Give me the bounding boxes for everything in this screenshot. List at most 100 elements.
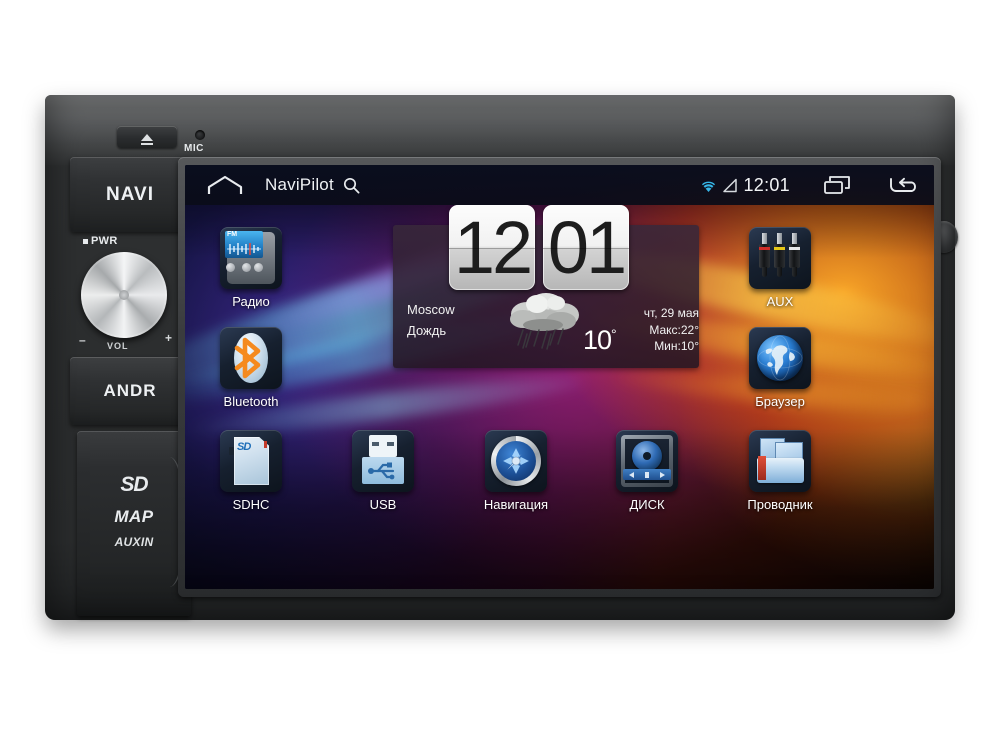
clock-time: 12:01 (743, 174, 790, 195)
signal-icon (723, 178, 738, 192)
usb-pin (372, 442, 379, 446)
app-navigation-label: Навигация (483, 497, 549, 512)
navi-button-label: NAVI (106, 183, 154, 205)
app-radio[interactable]: FM Радио (201, 227, 301, 309)
app-aux-label: AUX (766, 294, 794, 309)
weather-date: чт, 29 мая (643, 306, 699, 320)
search-icon[interactable] (343, 177, 360, 194)
file-folder-icon (749, 430, 811, 492)
rca-cable (762, 267, 767, 277)
app-usb[interactable]: USB (333, 430, 433, 512)
screen-bezel: NaviPilot 12:01 12 01 Moscow Дождь 10° ч… (178, 157, 941, 597)
bluetooth-icon (220, 327, 282, 389)
globe-icon (749, 327, 811, 389)
map-slot-label: MAP (114, 507, 154, 526)
rca-ring (789, 247, 800, 250)
clock-weather-widget[interactable]: 12 01 Moscow Дождь 10° чт, 29 мая Макс:2… (393, 205, 699, 368)
volume-minus-label: – (79, 333, 86, 347)
rca-ring (759, 247, 770, 250)
pause-icon (644, 471, 649, 478)
app-bluetooth-label: Bluetooth (223, 394, 279, 409)
home-icon[interactable] (207, 175, 243, 195)
lcd-screen[interactable]: NaviPilot 12:01 12 01 Moscow Дождь 10° ч… (185, 165, 934, 589)
eject-button[interactable] (117, 126, 177, 148)
temperature-value: 10 (583, 325, 612, 355)
weather-condition: Дождь (407, 323, 447, 338)
radio-icon: FM (220, 227, 282, 289)
app-browser-label: Браузер (755, 394, 805, 409)
sd-card-lock (264, 441, 267, 448)
previous-icon (628, 471, 634, 478)
clock-hours-tile: 12 (449, 205, 535, 290)
app-disc[interactable]: ДИСК (597, 430, 697, 512)
folder-marker (758, 456, 766, 480)
sd-card-text: SD (237, 441, 251, 453)
rca-cable (792, 267, 797, 277)
globe-continents-icon (757, 335, 803, 381)
app-explorer-label: Проводник (747, 497, 813, 512)
rain-cloud-icon (510, 293, 579, 350)
rca-plug-white (789, 233, 800, 277)
volume-label: VOL (107, 341, 129, 351)
app-radio-label: Радио (232, 294, 270, 309)
auxin-slot-label: AUXIN (114, 535, 154, 549)
usb-icon (352, 430, 414, 492)
rca-cable (777, 267, 782, 277)
rca-plugs-icon (749, 227, 811, 289)
app-aux[interactable]: AUX (730, 227, 830, 309)
weather-city: Moscow (407, 302, 455, 317)
microphone-hole (195, 130, 205, 140)
app-bluetooth[interactable]: Bluetooth (201, 327, 301, 409)
back-icon[interactable] (888, 176, 916, 194)
radio-display: FM (225, 231, 263, 258)
disc-player-icon (616, 430, 678, 492)
mic-label: MIC (184, 143, 204, 154)
weather-max: Макс:22° (649, 323, 699, 337)
usb-trident-icon (368, 462, 395, 480)
power-label: PWR (83, 235, 118, 247)
rca-plug-red (759, 233, 770, 277)
eject-icon (141, 133, 153, 145)
weather-temperature: 10° (583, 325, 617, 356)
radio-fm-label: FM (227, 231, 238, 238)
wifi-icon (701, 179, 717, 192)
usb-pin (387, 442, 394, 446)
android-hardware-button[interactable]: ANDR (70, 357, 190, 425)
radio-dial (254, 263, 263, 272)
radio-dial (226, 263, 235, 272)
app-browser[interactable]: Браузер (730, 327, 830, 409)
sd-card-icon: SD (220, 430, 282, 492)
radio-waveform-icon (227, 243, 261, 255)
rca-ring (774, 247, 785, 250)
volume-knob[interactable] (81, 252, 167, 338)
compass-icon (485, 430, 547, 492)
app-title: NaviPilot (265, 175, 334, 194)
usb-connector (369, 435, 397, 457)
radio-dial (242, 263, 251, 272)
recents-icon[interactable] (824, 176, 850, 194)
disc-transport-bar (623, 469, 671, 480)
next-icon (660, 471, 666, 478)
degree-symbol: ° (611, 326, 617, 342)
cd-disc (632, 441, 662, 471)
app-disc-label: ДИСК (629, 497, 665, 512)
status-bar: NaviPilot 12:01 (185, 165, 934, 205)
navi-hardware-button[interactable]: NAVI (70, 157, 190, 232)
screenshot-root: MIC NAVI PWR – VOL + ANDR SD MAP AUXIN N… (0, 0, 1000, 750)
compass-needle-icon (503, 448, 529, 474)
weather-min: Мин:10° (654, 339, 699, 353)
app-usb-label: USB (369, 497, 397, 512)
app-sdhc[interactable]: SD SDHC (201, 430, 301, 512)
andr-button-label: ANDR (103, 381, 157, 400)
car-head-unit: MIC NAVI PWR – VOL + ANDR SD MAP AUXIN N… (45, 95, 958, 620)
sd-slot-label: SD (120, 473, 148, 496)
globe-sphere (757, 335, 803, 381)
app-sdhc-label: SDHC (232, 497, 270, 512)
clock-minutes-tile: 01 (543, 205, 629, 290)
volume-plus-label: + (165, 331, 173, 345)
app-navigation[interactable]: Навигация (466, 430, 566, 512)
app-explorer[interactable]: Проводник (730, 430, 830, 512)
slot-cover-panel[interactable]: SD MAP AUXIN (77, 431, 191, 616)
rca-plug-yellow (774, 233, 785, 277)
clock-minutes: 01 (547, 205, 627, 289)
